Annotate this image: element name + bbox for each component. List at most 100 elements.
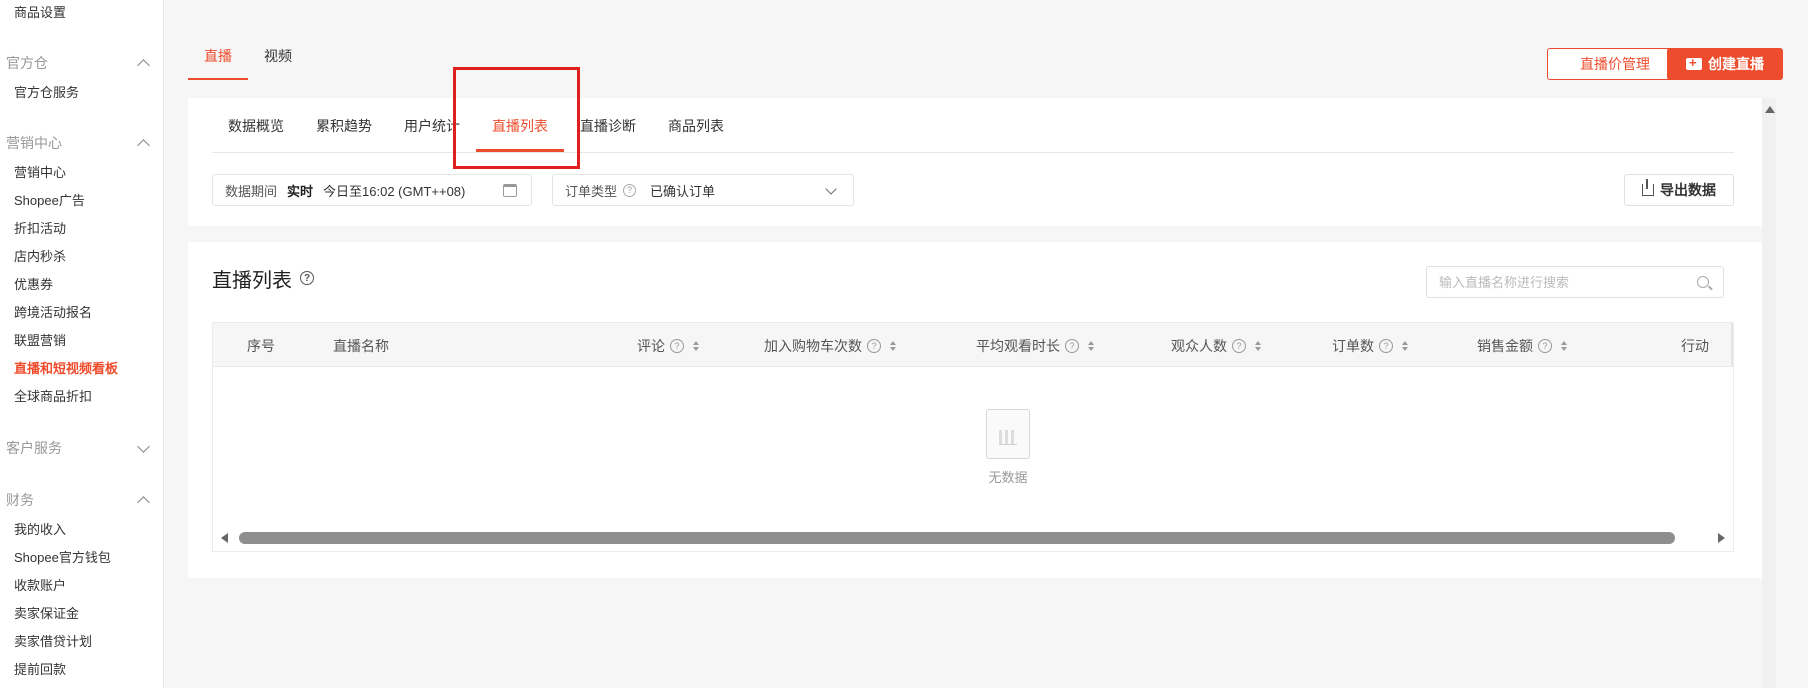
export-data-button[interactable]: 导出数据 (1624, 174, 1734, 206)
column-header-action: 行动 (1681, 336, 1709, 356)
sidebar-group-label: 官方仓 (6, 55, 48, 71)
column-header-viewers[interactable]: 观众人数 ? (1171, 336, 1261, 356)
column-label: 观众人数 (1171, 338, 1227, 354)
sidebar-group-finance[interactable]: 财务 (6, 490, 150, 510)
search-input[interactable] (1439, 274, 1679, 290)
video-add-icon (1686, 55, 1702, 70)
create-live-button[interactable]: 创建直播 (1667, 48, 1783, 80)
sidebar-item-affiliate[interactable]: 联盟营销 (14, 330, 66, 349)
live-price-management-button[interactable]: 直播价管理 (1547, 48, 1683, 80)
help-icon[interactable]: ? (1379, 339, 1393, 353)
order-type-select[interactable]: 订单类型 ? 已确认订单 (552, 174, 854, 206)
column-header-live-name: 直播名称 (333, 336, 389, 356)
help-icon[interactable]: ? (670, 339, 684, 353)
tab-active-indicator (188, 78, 248, 80)
scroll-up-icon[interactable] (1765, 106, 1775, 113)
sidebar-item-official-warehouse-service[interactable]: 官方仓服务 (14, 82, 79, 101)
data-period-label: 数据期间 (225, 183, 278, 199)
help-icon[interactable]: ? (623, 183, 637, 197)
section-title: 直播列表 (212, 270, 292, 292)
sidebar-group-marketing[interactable]: 营销中心 (6, 133, 150, 153)
sidebar-item-flash-sale[interactable]: 店内秒杀 (14, 246, 66, 265)
search-icon[interactable] (1697, 276, 1709, 288)
chevron-up-icon (137, 58, 150, 72)
sidebar-group-label: 财务 (6, 492, 34, 508)
sidebar-item-live-video-dashboard[interactable]: 直播和短视频看板 (14, 358, 118, 377)
chevron-down-icon (137, 439, 150, 453)
tab-user-stats[interactable]: 用户统计 (404, 116, 460, 136)
download-icon (1642, 179, 1654, 196)
empty-state-text: 无数据 (988, 470, 1028, 485)
empty-state: 无数据 (973, 409, 1043, 486)
sort-icon[interactable] (890, 341, 896, 351)
sort-icon[interactable] (1255, 341, 1261, 351)
help-icon[interactable]: ? (867, 339, 881, 353)
sidebar-group-label: 营销中心 (6, 135, 62, 151)
column-label: 销售金额 (1477, 338, 1533, 354)
sort-icon[interactable] (1088, 341, 1094, 351)
calendar-icon (503, 184, 517, 197)
data-period-value: 今日至16:02 (GMT++08) (323, 183, 466, 199)
tabs-divider (212, 152, 1734, 153)
sidebar-item-shopee-wallet[interactable]: Shopee官方钱包 (14, 547, 111, 566)
help-icon[interactable]: ? (1065, 339, 1079, 353)
help-icon[interactable]: ? (300, 271, 314, 285)
help-icon[interactable]: ? (1538, 339, 1552, 353)
sidebar-item-discount[interactable]: 折扣活动 (14, 218, 66, 237)
export-data-label: 导出数据 (1660, 182, 1716, 198)
scroll-right-icon[interactable] (1718, 533, 1725, 543)
column-header-comments[interactable]: 评论 ? (637, 336, 699, 356)
column-label: 订单数 (1332, 338, 1374, 354)
column-header-add-to-cart[interactable]: 加入购物车次数 ? (764, 336, 896, 356)
sort-icon[interactable] (1402, 341, 1408, 351)
chevron-up-icon (137, 138, 150, 152)
annotation-highlight-box (453, 67, 580, 169)
sidebar-item-vouchers[interactable]: 优惠券 (14, 274, 53, 293)
sidebar-item-seller-deposit[interactable]: 卖家保证金 (14, 603, 79, 622)
sidebar-item-my-income[interactable]: 我的收入 (14, 519, 66, 538)
column-label: 评论 (637, 338, 665, 354)
sidebar-group-official-warehouse[interactable]: 官方仓 (6, 53, 150, 73)
sidebar-item-cross-border-campaign[interactable]: 跨境活动报名 (14, 302, 92, 321)
sidebar-item-early-payout[interactable]: 提前回款 (14, 659, 66, 678)
horizontal-scrollbar[interactable] (213, 529, 1733, 547)
sidebar-item-shopee-ads[interactable]: Shopee广告 (14, 190, 85, 209)
sidebar-item-global-discount[interactable]: 全球商品折扣 (14, 386, 92, 405)
column-label: 平均观看时长 (976, 338, 1060, 354)
scrollbar-thumb[interactable] (239, 532, 1675, 544)
column-header-sales[interactable]: 销售金额 ? (1477, 336, 1567, 356)
tab-cumulative-trend[interactable]: 累积趋势 (316, 116, 372, 136)
sort-icon[interactable] (693, 341, 699, 351)
chevron-down-icon (825, 183, 837, 195)
tab-live[interactable]: 直播 (204, 46, 232, 66)
live-list-table: 序号 直播名称 评论 ? 加入购物车次数 ? 平均观看时长 ? 观众人数 ? 订… (212, 322, 1734, 552)
chevron-up-icon (137, 495, 150, 509)
tab-data-overview[interactable]: 数据概览 (228, 116, 284, 136)
search-box[interactable] (1426, 266, 1724, 298)
column-label: 序号 (247, 338, 275, 354)
column-label: 行动 (1681, 338, 1709, 354)
sidebar: 商品设置 官方仓 官方仓服务 营销中心 营销中心 Shopee广告 折扣活动 店… (0, 0, 164, 688)
fixed-column-shadow (1731, 323, 1733, 366)
sidebar-item-bank-account[interactable]: 收款账户 (14, 575, 66, 594)
sidebar-item-product-settings[interactable]: 商品设置 (14, 2, 66, 21)
scroll-left-icon[interactable] (221, 533, 228, 543)
column-label: 直播名称 (333, 338, 389, 354)
sidebar-group-label: 客户服务 (6, 440, 62, 456)
sidebar-group-customer-service[interactable]: 客户服务 (6, 438, 150, 458)
data-period-picker[interactable]: 数据期间 实时 今日至16:02 (GMT++08) (212, 174, 532, 206)
tab-product-list[interactable]: 商品列表 (668, 116, 724, 136)
sort-icon[interactable] (1561, 341, 1567, 351)
order-type-value: 已确认订单 (650, 183, 716, 199)
column-header-orders[interactable]: 订单数 ? (1332, 336, 1408, 356)
column-header-index: 序号 (247, 336, 275, 356)
tab-live-diagnosis[interactable]: 直播诊断 (580, 116, 636, 136)
sidebar-item-marketing-center[interactable]: 营销中心 (14, 162, 66, 181)
filter-card: 数据概览 累积趋势 用户统计 直播列表 直播诊断 商品列表 数据期间 实时 今日… (188, 98, 1762, 226)
column-header-avg-watch-time[interactable]: 平均观看时长 ? (976, 336, 1094, 356)
empty-document-icon (986, 409, 1030, 459)
tab-video[interactable]: 视频 (264, 46, 292, 66)
help-icon[interactable]: ? (1232, 339, 1246, 353)
sidebar-item-seller-loan[interactable]: 卖家借贷计划 (14, 631, 92, 650)
vertical-scrollbar[interactable] (1762, 98, 1776, 688)
